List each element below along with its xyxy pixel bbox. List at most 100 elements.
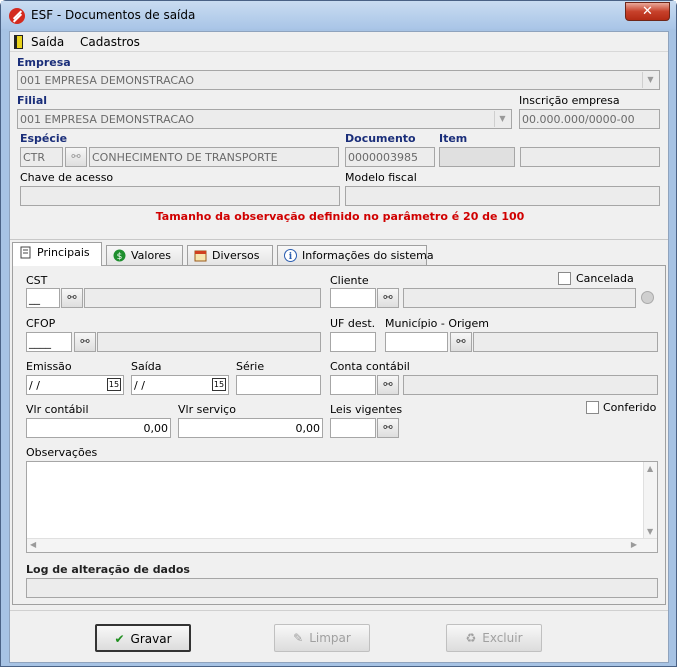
calendar-icon[interactable]: 15 bbox=[212, 378, 226, 391]
cliente-field[interactable] bbox=[330, 288, 376, 308]
documento-label: Documento bbox=[345, 132, 416, 145]
cliente-desc-field bbox=[403, 288, 636, 308]
checkmark-icon: ✔ bbox=[114, 632, 125, 646]
serie-field[interactable] bbox=[236, 375, 321, 395]
saida-label: Saída bbox=[131, 360, 162, 373]
tab-panel-principais: CST __ ⚯ Cliente ⚯ Cancelada CFOP ____ ⚯… bbox=[12, 265, 666, 605]
chave-field[interactable] bbox=[20, 186, 340, 206]
filial-label: Filial bbox=[17, 94, 48, 107]
especie-label: Espécie bbox=[20, 132, 68, 145]
scroll-up-icon[interactable]: ▲ bbox=[647, 464, 653, 473]
cfop-field[interactable]: ____ bbox=[26, 332, 72, 352]
emissao-date-field[interactable]: / / 15 bbox=[26, 375, 124, 395]
vlr-servico-field[interactable]: 0,00 bbox=[178, 418, 323, 438]
tab-label: Principais bbox=[37, 246, 90, 259]
vlr-servico-label: Vlr serviço bbox=[178, 403, 236, 416]
documento-field[interactable]: 0000003985 bbox=[345, 147, 435, 167]
binoculars-icon[interactable]: ⚯ bbox=[377, 288, 399, 308]
tab-label: Diversos bbox=[212, 249, 260, 262]
item-label: Item bbox=[439, 132, 468, 145]
money-icon: $ bbox=[113, 249, 126, 262]
cfop-label: CFOP bbox=[26, 317, 56, 330]
menu-cadastros[interactable]: Cadastros bbox=[80, 35, 140, 49]
tab-label: Informações do sistema bbox=[302, 249, 434, 262]
globe-icon[interactable] bbox=[641, 291, 654, 304]
limpar-label: Limpar bbox=[309, 631, 351, 645]
binoculars-icon[interactable]: ⚯ bbox=[61, 288, 83, 308]
leis-field[interactable] bbox=[330, 418, 376, 438]
saida-value: / / bbox=[134, 379, 145, 392]
menu-bar: Saída Cadastros bbox=[10, 32, 668, 52]
log-field bbox=[26, 578, 658, 598]
saida-date-field[interactable]: / / 15 bbox=[131, 375, 229, 395]
tab-diversos[interactable]: Diversos bbox=[187, 245, 273, 265]
inscricao-field[interactable]: 00.000.000/0000-00 bbox=[519, 109, 660, 129]
emissao-value: / / bbox=[29, 379, 40, 392]
emissao-label: Emissão bbox=[26, 360, 72, 373]
conferido-checkbox[interactable] bbox=[586, 401, 599, 414]
cst-field[interactable]: __ bbox=[26, 288, 60, 308]
limpar-button[interactable]: ✎ Limpar bbox=[274, 624, 370, 652]
exit-door-icon bbox=[14, 35, 23, 49]
municipio-field[interactable] bbox=[385, 332, 448, 352]
filial-value: 001 EMPRESA DEMONSTRACAO bbox=[20, 113, 195, 126]
item-field[interactable] bbox=[439, 147, 515, 167]
document-icon bbox=[20, 246, 31, 259]
binoculars-icon[interactable]: ⚯ bbox=[377, 418, 399, 438]
excluir-button[interactable]: ♻ Excluir bbox=[446, 624, 542, 652]
log-label: Log de alteração de dados bbox=[26, 563, 190, 576]
scroll-down-icon[interactable]: ▼ bbox=[647, 527, 653, 536]
info-icon: i bbox=[284, 249, 297, 262]
serie-label: Série bbox=[236, 360, 265, 373]
close-button[interactable]: ✕ bbox=[625, 2, 670, 21]
cliente-label: Cliente bbox=[330, 274, 369, 287]
cancelada-label: Cancelada bbox=[576, 272, 634, 285]
svg-text:i: i bbox=[289, 252, 293, 262]
empresa-value: 001 EMPRESA DEMONSTRACAO bbox=[20, 74, 195, 87]
conta-field[interactable] bbox=[330, 375, 376, 395]
gravar-button[interactable]: ✔ Gravar bbox=[95, 624, 191, 652]
tab-principais[interactable]: Principais bbox=[12, 242, 102, 266]
modelo-field[interactable] bbox=[345, 186, 660, 206]
especie-code-field[interactable]: CTR bbox=[20, 147, 63, 167]
chave-label: Chave de acesso bbox=[20, 171, 114, 184]
scroll-right-icon[interactable]: ▶ bbox=[631, 540, 637, 549]
empresa-combo[interactable]: 001 EMPRESA DEMONSTRACAO ▼ bbox=[17, 70, 660, 90]
application-window: ESF - Documentos de saída ✕ Saída Cadast… bbox=[0, 0, 677, 667]
app-logo-icon bbox=[9, 8, 25, 24]
obs-label: Observações bbox=[26, 446, 98, 459]
button-bar: ✔ Gravar ✎ Limpar ♻ Excluir bbox=[10, 610, 668, 662]
obs-textarea[interactable]: ▲ ▼ ◀ ▶ bbox=[26, 461, 658, 553]
chevron-down-icon[interactable]: ▼ bbox=[642, 72, 658, 88]
tab-label: Valores bbox=[131, 249, 171, 262]
empresa-label: Empresa bbox=[17, 56, 71, 69]
conta-label: Conta contábil bbox=[330, 360, 410, 373]
inscricao-label: Inscrição empresa bbox=[519, 94, 620, 107]
municipio-desc-field bbox=[473, 332, 658, 352]
tab-informacoes[interactable]: i Informações do sistema bbox=[277, 245, 434, 265]
conta-desc-field bbox=[403, 375, 658, 395]
leis-label: Leis vigentes bbox=[330, 403, 403, 416]
excluir-label: Excluir bbox=[482, 631, 523, 645]
calendar-icon bbox=[194, 250, 207, 262]
trash-icon: ♻ bbox=[465, 631, 477, 645]
vlr-contabil-field[interactable]: 0,00 bbox=[26, 418, 171, 438]
binoculars-icon[interactable]: ⚯ bbox=[450, 332, 472, 352]
horizontal-scrollbar[interactable]: ◀ ▶ bbox=[27, 538, 657, 552]
tab-valores[interactable]: $ Valores bbox=[106, 245, 183, 265]
binoculars-icon[interactable]: ⚯ bbox=[65, 147, 87, 167]
menu-saida[interactable]: Saída bbox=[31, 35, 64, 49]
binoculars-icon[interactable]: ⚯ bbox=[377, 375, 399, 395]
calendar-icon[interactable]: 15 bbox=[107, 378, 121, 391]
uf-label: UF dest. bbox=[330, 317, 376, 330]
chevron-down-icon[interactable]: ▼ bbox=[494, 111, 510, 127]
modelo-label: Modelo fiscal bbox=[345, 171, 417, 184]
scroll-left-icon[interactable]: ◀ bbox=[30, 540, 36, 549]
vlr-contabil-label: Vlr contábil bbox=[26, 403, 89, 416]
cancelada-checkbox[interactable] bbox=[558, 272, 571, 285]
uf-field[interactable] bbox=[330, 332, 376, 352]
binoculars-icon[interactable]: ⚯ bbox=[74, 332, 96, 352]
filial-combo[interactable]: 001 EMPRESA DEMONSTRACAO ▼ bbox=[17, 109, 512, 129]
broom-icon: ✎ bbox=[293, 631, 304, 645]
municipio-label: Município - Origem bbox=[385, 317, 490, 330]
